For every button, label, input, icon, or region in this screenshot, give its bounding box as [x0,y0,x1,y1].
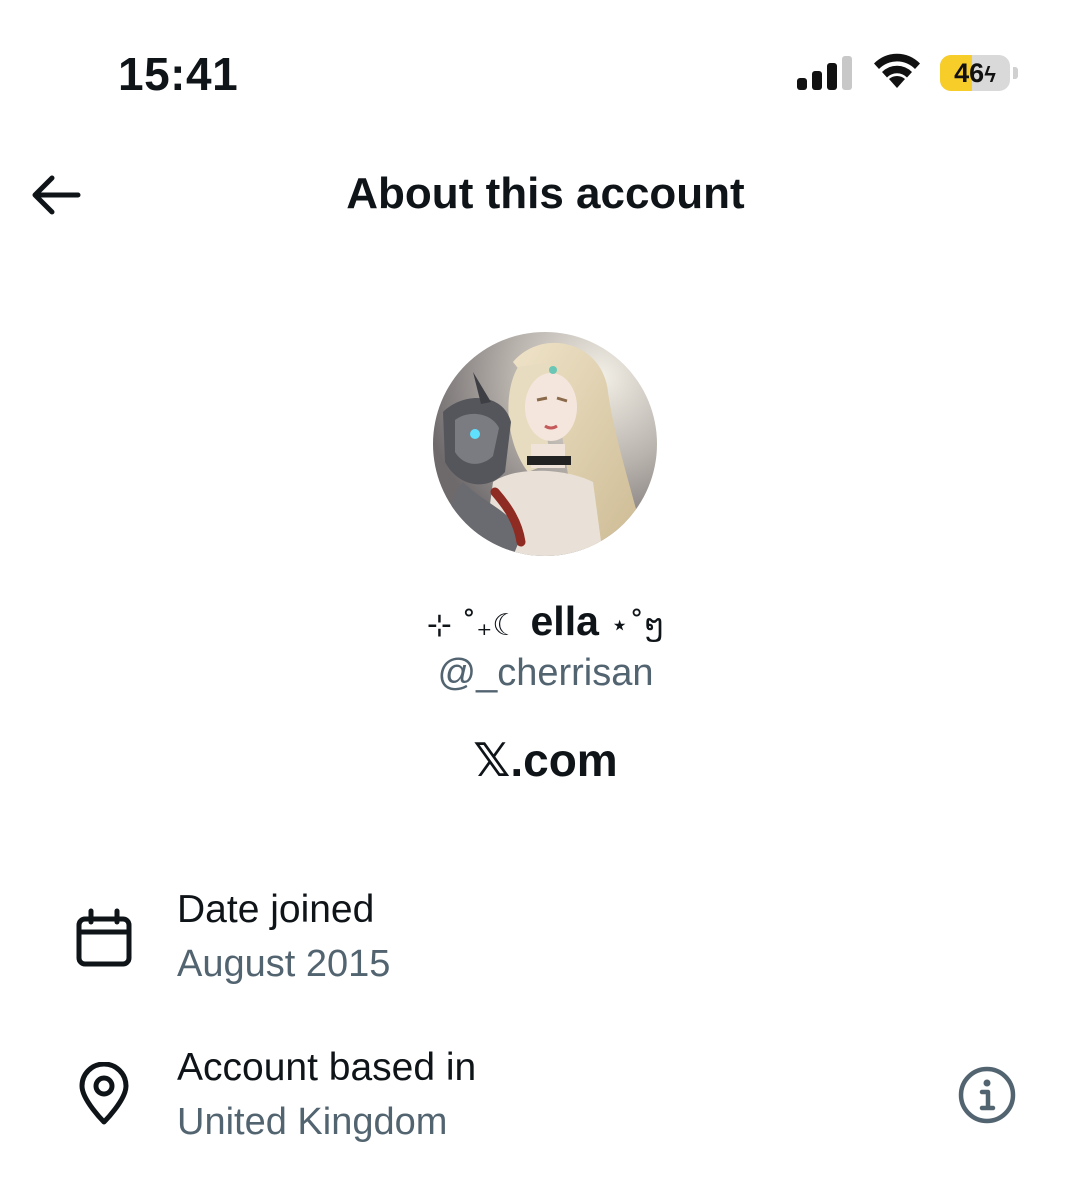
info-icon[interactable] [956,1064,1018,1126]
display-name-suffix: ⋆˚ໆ [610,608,665,643]
status-time: 15:41 [118,48,239,100]
battery-body: 46ϟ [940,55,1010,91]
account-location-value: United Kingdom [177,1101,448,1143]
battery-indicator: 46ϟ [940,55,1020,91]
display-name-prefix: ⊹ ˚₊☾ [426,608,520,643]
calendar-icon [76,908,132,967]
wifi-icon [874,53,920,88]
date-joined-row: Date joined August 2015 [0,880,1091,1000]
avatar[interactable] [433,332,657,556]
user-handle: @_cherrisan [437,652,654,694]
avatar-image [433,332,657,556]
account-location-row: Account based in United Kingdom [0,1038,1091,1158]
battery-nub [1013,67,1018,79]
site-label: 𝕏.com [473,734,618,786]
location-pin-icon [79,1062,129,1125]
charging-bolt-icon: ϟ [984,62,996,87]
battery-level: 46ϟ [954,58,996,88]
display-name: ⊹ ˚₊☾ ella ⋆˚ໆ [0,596,1091,651]
display-name-text: ella [530,598,599,644]
date-joined-value: August 2015 [177,943,391,985]
account-location-label: Account based in [177,1046,477,1089]
date-joined-label: Date joined [177,888,375,931]
page-title: About this account [346,169,745,218]
cellular-signal-icon [797,56,852,90]
